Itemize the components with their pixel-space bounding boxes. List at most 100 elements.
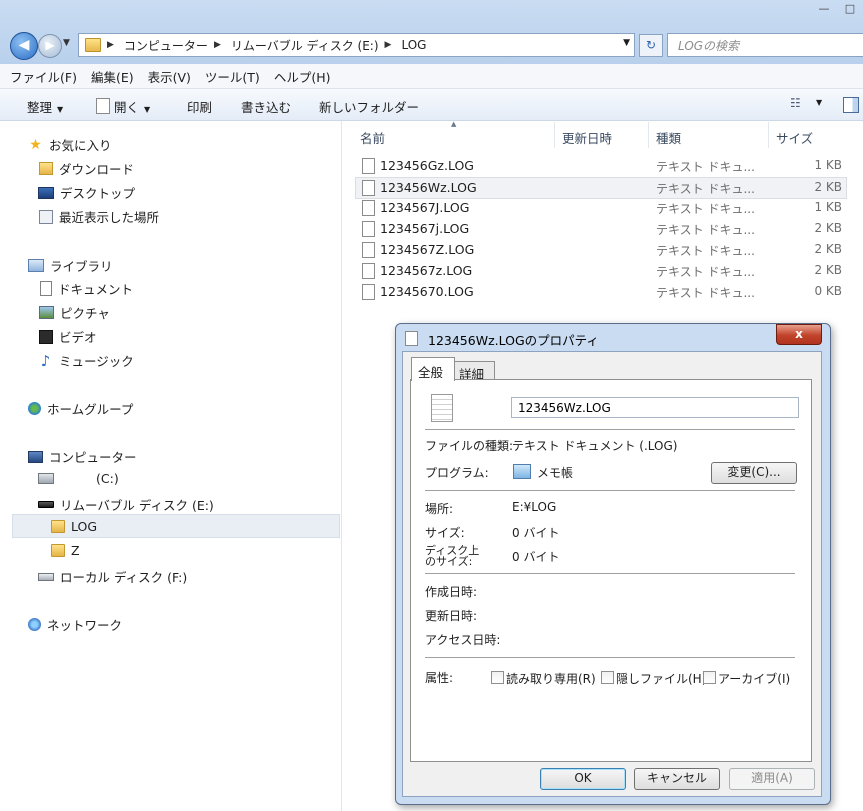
nav-documents[interactable]: ドキュメント <box>40 279 133 298</box>
file-type-value: テキスト ドキュメント (.LOG) <box>512 439 678 453</box>
close-button[interactable]: x <box>776 324 822 345</box>
burn-button[interactable]: 書き込む <box>241 97 291 116</box>
nav-label: お気に入り <box>49 138 112 153</box>
print-button[interactable]: 印刷 <box>187 97 212 116</box>
menu-file[interactable]: ファイル(F) <box>10 67 77 86</box>
file-row[interactable]: 1234567j.LOG テキスト ドキュ... 2 KB <box>356 219 846 239</box>
tab-general[interactable]: 全般 <box>411 357 455 381</box>
column-header-name[interactable]: 名前 <box>360 128 385 147</box>
refresh-button[interactable]: ↻ <box>639 34 663 57</box>
view-options-icon[interactable]: ☷ <box>790 96 801 110</box>
document-icon <box>96 98 110 114</box>
nav-homegroup[interactable]: ホームグループ <box>28 399 133 418</box>
search-input[interactable]: LOGの検索 <box>667 33 863 57</box>
file-size: 1 KB <box>814 158 842 172</box>
nav-downloads[interactable]: ダウンロード <box>39 159 134 178</box>
nav-folder-z[interactable]: Z <box>51 543 80 558</box>
nav-removable-disk[interactable]: リムーバブル ディスク (E:) <box>38 495 214 514</box>
nav-favorites[interactable]: ★ お気に入り <box>28 135 112 154</box>
nav-label: リムーバブル ディスク (E:) <box>60 498 214 513</box>
menu-tools[interactable]: ツール(T) <box>205 67 260 86</box>
organize-button[interactable]: 整理 ▼ <box>27 97 63 116</box>
folder-icon <box>51 520 65 533</box>
readonly-label[interactable]: 読み取り専用(R) <box>506 670 596 687</box>
column-header-size[interactable]: サイズ <box>776 128 813 147</box>
nav-network[interactable]: ネットワーク <box>28 615 122 634</box>
column-divider[interactable] <box>648 122 649 148</box>
readonly-checkbox[interactable] <box>491 671 504 684</box>
nav-pictures[interactable]: ピクチャ <box>39 303 110 322</box>
apply-button[interactable]: 適用(A) <box>729 768 815 790</box>
breadcrumb-log[interactable]: LOG <box>401 38 426 52</box>
file-row[interactable]: 1234567Z.LOG テキスト ドキュ... 2 KB <box>356 240 846 260</box>
size-value: 0 バイト <box>512 526 560 540</box>
column-header-modified[interactable]: 更新日時 <box>562 128 612 147</box>
ok-button[interactable]: OK <box>540 768 626 790</box>
file-row[interactable]: 1234567z.LOG テキスト ドキュ... 2 KB <box>356 261 846 281</box>
menu-view[interactable]: 表示(V) <box>148 67 191 86</box>
breadcrumb-separator-icon[interactable]: ▶ <box>385 40 392 50</box>
nav-label: ライブラリ <box>50 259 113 274</box>
nav-recent-places[interactable]: 最近表示した場所 <box>39 207 159 226</box>
nav-folder-log[interactable]: LOG <box>51 519 97 534</box>
back-button[interactable]: ◀ <box>10 32 38 60</box>
breadcrumb-separator-icon[interactable]: ▶ <box>214 40 221 50</box>
cancel-button[interactable]: キャンセル <box>634 768 720 790</box>
file-type: テキスト ドキュ... <box>656 160 755 174</box>
text-file-icon <box>362 284 375 300</box>
nav-computer[interactable]: コンピューター <box>28 447 137 466</box>
text-file-icon <box>362 200 375 216</box>
nav-c-drive[interactable]: (C:) <box>38 471 119 486</box>
divider <box>425 429 795 430</box>
filename-input[interactable] <box>516 400 790 416</box>
column-header-type[interactable]: 種類 <box>656 128 681 147</box>
open-label: 開く <box>114 100 140 115</box>
file-type: テキスト ドキュ... <box>656 223 755 237</box>
file-row[interactable]: 123456Gz.LOG テキスト ドキュ... 1 KB <box>356 156 846 176</box>
file-row[interactable]: 12345670.LOG テキスト ドキュ... 0 KB <box>356 282 846 302</box>
divider <box>425 657 795 658</box>
size-on-disk-label-line2: のサイズ: <box>425 555 473 568</box>
hidden-checkbox[interactable] <box>601 671 614 684</box>
recent-pages-dropdown[interactable]: ▼ <box>63 38 70 48</box>
command-bar: 整理 ▼ 開く ▼ 印刷 書き込む 新しいフォルダー <box>0 89 863 121</box>
archive-checkbox[interactable] <box>703 671 716 684</box>
menu-help[interactable]: ヘルプ(H) <box>274 67 331 86</box>
menu-edit[interactable]: 編集(E) <box>91 67 134 86</box>
hidden-label[interactable]: 隠しファイル(H) <box>616 670 706 687</box>
text-file-icon <box>362 158 375 174</box>
column-divider[interactable] <box>768 122 769 148</box>
filename-field[interactable] <box>511 397 799 418</box>
open-button[interactable]: 開く ▼ <box>96 97 150 116</box>
change-program-button[interactable]: 変更(C)... <box>711 462 797 484</box>
forward-button[interactable]: ▶ <box>38 34 62 58</box>
tab-details[interactable]: 詳細 <box>454 361 495 382</box>
nav-libraries[interactable]: ライブラリ <box>28 256 113 275</box>
file-name: 1234567J.LOG <box>380 200 470 215</box>
file-row-selected[interactable]: 123456Wz.LOG テキスト ドキュ... 2 KB <box>355 177 847 199</box>
nav-desktop[interactable]: デスクトップ <box>38 183 135 202</box>
nav-videos[interactable]: ビデオ <box>39 327 97 346</box>
new-folder-button[interactable]: 新しいフォルダー <box>319 97 419 116</box>
file-size: 2 KB <box>814 242 842 256</box>
chevron-down-icon[interactable]: ▼ <box>816 98 822 107</box>
breadcrumb-computer[interactable]: コンピューター <box>124 37 208 54</box>
preview-pane-icon[interactable] <box>843 97 859 113</box>
archive-label[interactable]: アーカイブ(I) <box>718 670 790 687</box>
program-value: メモ帳 <box>537 466 574 480</box>
column-divider[interactable] <box>554 122 555 148</box>
address-bar[interactable]: ▶ コンピューター ▶ リムーバブル ディスク (E:) ▶ LOG ▼ <box>78 33 635 57</box>
minimize-button[interactable]: — <box>811 0 837 18</box>
tab-label: 全般 <box>418 365 444 380</box>
file-type: テキスト ドキュ... <box>656 265 755 279</box>
breadcrumb-removable-disk[interactable]: リムーバブル ディスク (E:) <box>231 37 379 54</box>
address-dropdown-icon[interactable]: ▼ <box>623 38 630 48</box>
arrow-left-icon: ◀ <box>18 37 30 53</box>
maximize-button[interactable]: □ <box>837 0 863 18</box>
file-type: テキスト ドキュ... <box>656 202 755 216</box>
file-row[interactable]: 1234567J.LOG テキスト ドキュ... 1 KB <box>356 198 846 218</box>
nav-music[interactable]: ♪ ミュージック <box>38 351 134 370</box>
nav-local-disk-f[interactable]: ローカル ディスク (F:) <box>38 567 187 586</box>
breadcrumb-separator-icon[interactable]: ▶ <box>107 40 114 50</box>
nav-label: (C:) <box>96 471 119 486</box>
